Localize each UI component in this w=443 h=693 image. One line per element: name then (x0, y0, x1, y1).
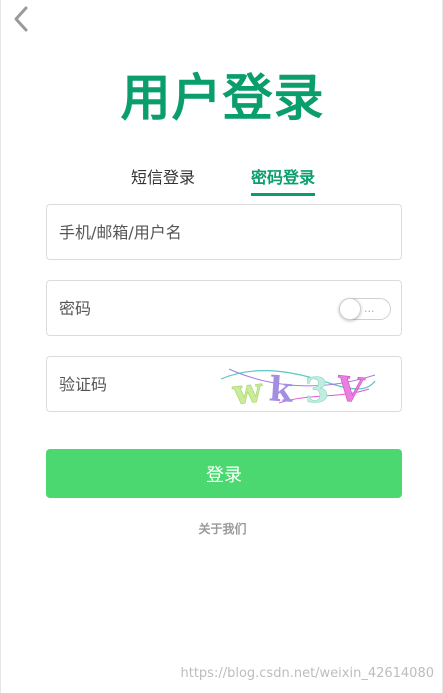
captcha-char-2: k (268, 369, 296, 407)
username-input[interactable] (59, 205, 389, 259)
captcha-char-4: V (334, 369, 366, 407)
password-visibility-toggle[interactable]: ... (339, 298, 391, 320)
page-title: 用户登录 (120, 69, 325, 127)
captcha-input[interactable] (59, 357, 209, 411)
toggle-knob (339, 298, 361, 320)
about-us-link[interactable]: 关于我们 (1, 520, 443, 537)
username-field (46, 204, 402, 260)
login-page: 用户登录 短信登录 密码登录 ... w k 3 V 登录 关于我们 https (0, 0, 443, 693)
back-button[interactable] (7, 4, 35, 34)
toggle-text: ... (364, 302, 375, 315)
login-tabs: 短信登录 密码登录 (1, 166, 443, 198)
chevron-left-icon (14, 6, 28, 32)
password-field: ... (46, 280, 402, 336)
login-button[interactable]: 登录 (46, 449, 402, 498)
tab-sms-login[interactable]: 短信登录 (131, 166, 195, 190)
captcha-image[interactable]: w k 3 V (219, 363, 377, 407)
captcha-char-1: w (230, 370, 265, 407)
captcha-char-3: 3 (304, 370, 330, 407)
tab-password-login[interactable]: 密码登录 (251, 166, 316, 196)
watermark-text: https://blog.csdn.net/weixin_42614080 (180, 666, 434, 681)
captcha-field: w k 3 V (46, 356, 402, 412)
password-input[interactable] (59, 281, 329, 335)
